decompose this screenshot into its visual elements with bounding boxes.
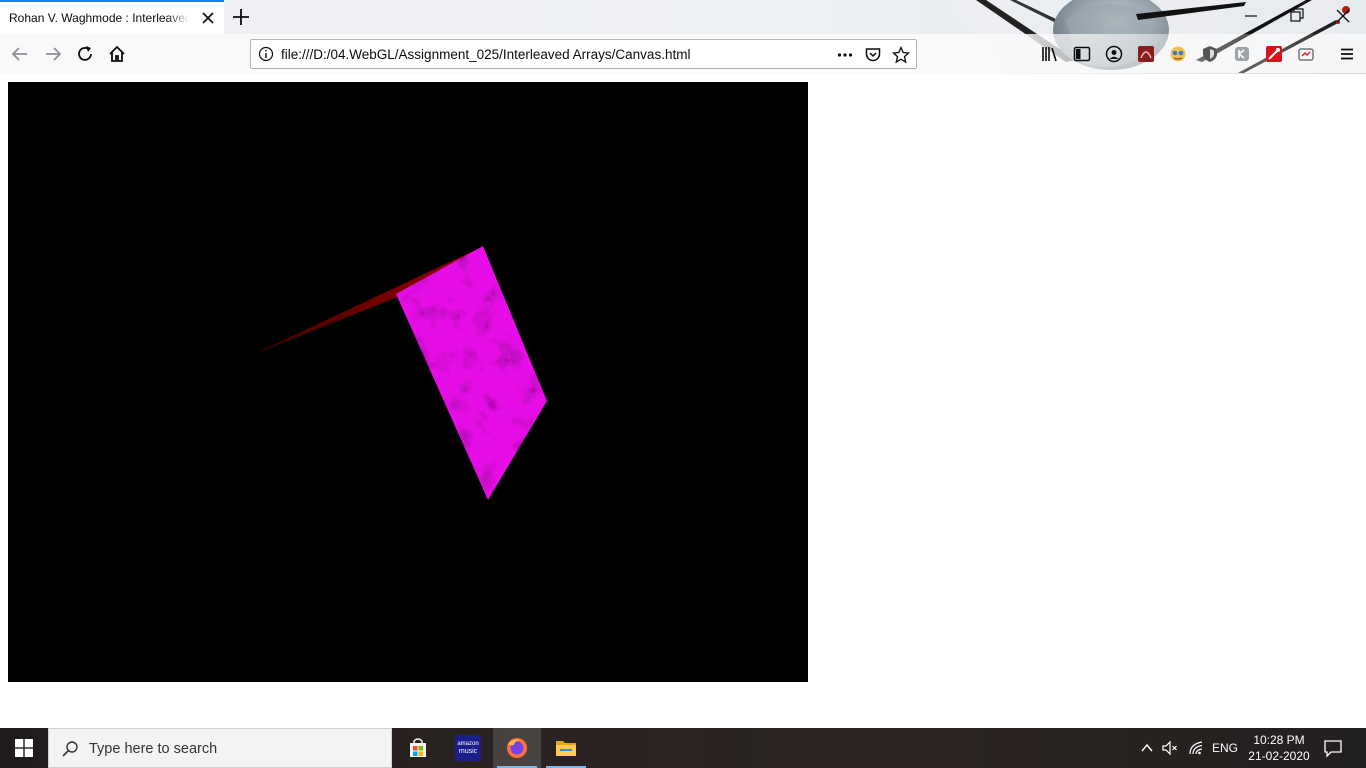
file-explorer-icon <box>556 741 576 756</box>
reload-button[interactable] <box>73 42 97 66</box>
windows-taskbar: Type here to search amazon music ENG 10:… <box>0 728 1366 768</box>
wifi-icon <box>1189 741 1203 755</box>
amazon-label: amazon <box>457 740 479 747</box>
url-bar[interactable]: file:///D:/04.WebGL/Assignment_025/Inter… <box>250 39 917 69</box>
amazon-music-app[interactable]: amazon music <box>444 728 492 768</box>
search-placeholder: Type here to search <box>89 741 218 757</box>
tab-title: Rohan V. Waghmode : Interleaved Arrays <box>9 11 189 25</box>
forward-arrow-icon <box>46 47 62 61</box>
sidebar-icon[interactable] <box>1072 44 1092 64</box>
home-button[interactable] <box>105 42 129 66</box>
store-icon <box>410 738 426 757</box>
shield-icon[interactable] <box>1200 44 1220 64</box>
windows-logo-icon <box>15 739 33 757</box>
minimize-icon[interactable] <box>1241 6 1261 26</box>
firefox-app[interactable] <box>493 728 541 768</box>
search-icon <box>62 741 78 757</box>
pdf-icon[interactable] <box>1136 44 1156 64</box>
close-tab-icon[interactable] <box>200 10 216 26</box>
new-tab-icon[interactable] <box>230 6 252 28</box>
file-explorer-app[interactable] <box>542 728 590 768</box>
clock-time: 10:28 PM <box>1253 733 1305 747</box>
page-info-icon[interactable] <box>258 46 274 62</box>
library-icon[interactable] <box>1040 44 1060 64</box>
magenta-quad-shape <box>396 246 547 500</box>
navigation-toolbar: file:///D:/04.WebGL/Assignment_025/Inter… <box>0 34 1366 74</box>
close-window-icon[interactable] <box>1333 6 1353 26</box>
bookmark-star-icon[interactable] <box>892 46 910 64</box>
page-actions-icon[interactable] <box>836 46 854 64</box>
store-app[interactable] <box>394 728 442 768</box>
music-label: music <box>458 747 478 755</box>
firefox-icon <box>507 738 527 758</box>
start-button[interactable] <box>0 728 48 768</box>
extension-icon[interactable] <box>1168 44 1188 64</box>
menu-icon[interactable] <box>1337 44 1357 64</box>
chevron-up-icon <box>1141 743 1153 752</box>
webgl-canvas[interactable] <box>8 82 808 682</box>
extension-icon[interactable] <box>1232 44 1252 64</box>
action-center-button[interactable] <box>1323 738 1343 758</box>
volume-muted-icon <box>1162 740 1177 756</box>
reload-icon <box>78 46 92 61</box>
home-icon <box>109 45 125 62</box>
clock-date: 21-02-2020 <box>1248 749 1310 763</box>
input-language[interactable]: ENG <box>1212 741 1238 755</box>
back-button[interactable] <box>8 42 32 66</box>
show-hidden-icons-button[interactable] <box>1137 738 1157 758</box>
page-content <box>0 74 1366 728</box>
restore-icon[interactable] <box>1287 6 1307 26</box>
network-button[interactable] <box>1186 738 1206 758</box>
pocket-icon[interactable] <box>864 46 882 64</box>
screenshot-icon[interactable] <box>1296 44 1316 64</box>
notification-icon <box>1324 740 1342 758</box>
url-text[interactable]: file:///D:/04.WebGL/Assignment_025/Inter… <box>281 47 690 62</box>
amazon-music-icon: amazon music <box>455 735 481 761</box>
forward-button[interactable] <box>41 42 65 66</box>
volume-button[interactable] <box>1160 738 1180 758</box>
rendered-scene <box>252 246 547 500</box>
extension-icon[interactable] <box>1264 44 1284 64</box>
clock[interactable]: 10:28 PM 21-02-2020 <box>1244 732 1314 764</box>
active-tab[interactable]: Rohan V. Waghmode : Interleaved Arrays <box>0 0 224 34</box>
account-icon[interactable] <box>1104 44 1124 64</box>
taskbar-search-box[interactable]: Type here to search <box>48 728 392 768</box>
back-arrow-icon <box>11 47 27 61</box>
